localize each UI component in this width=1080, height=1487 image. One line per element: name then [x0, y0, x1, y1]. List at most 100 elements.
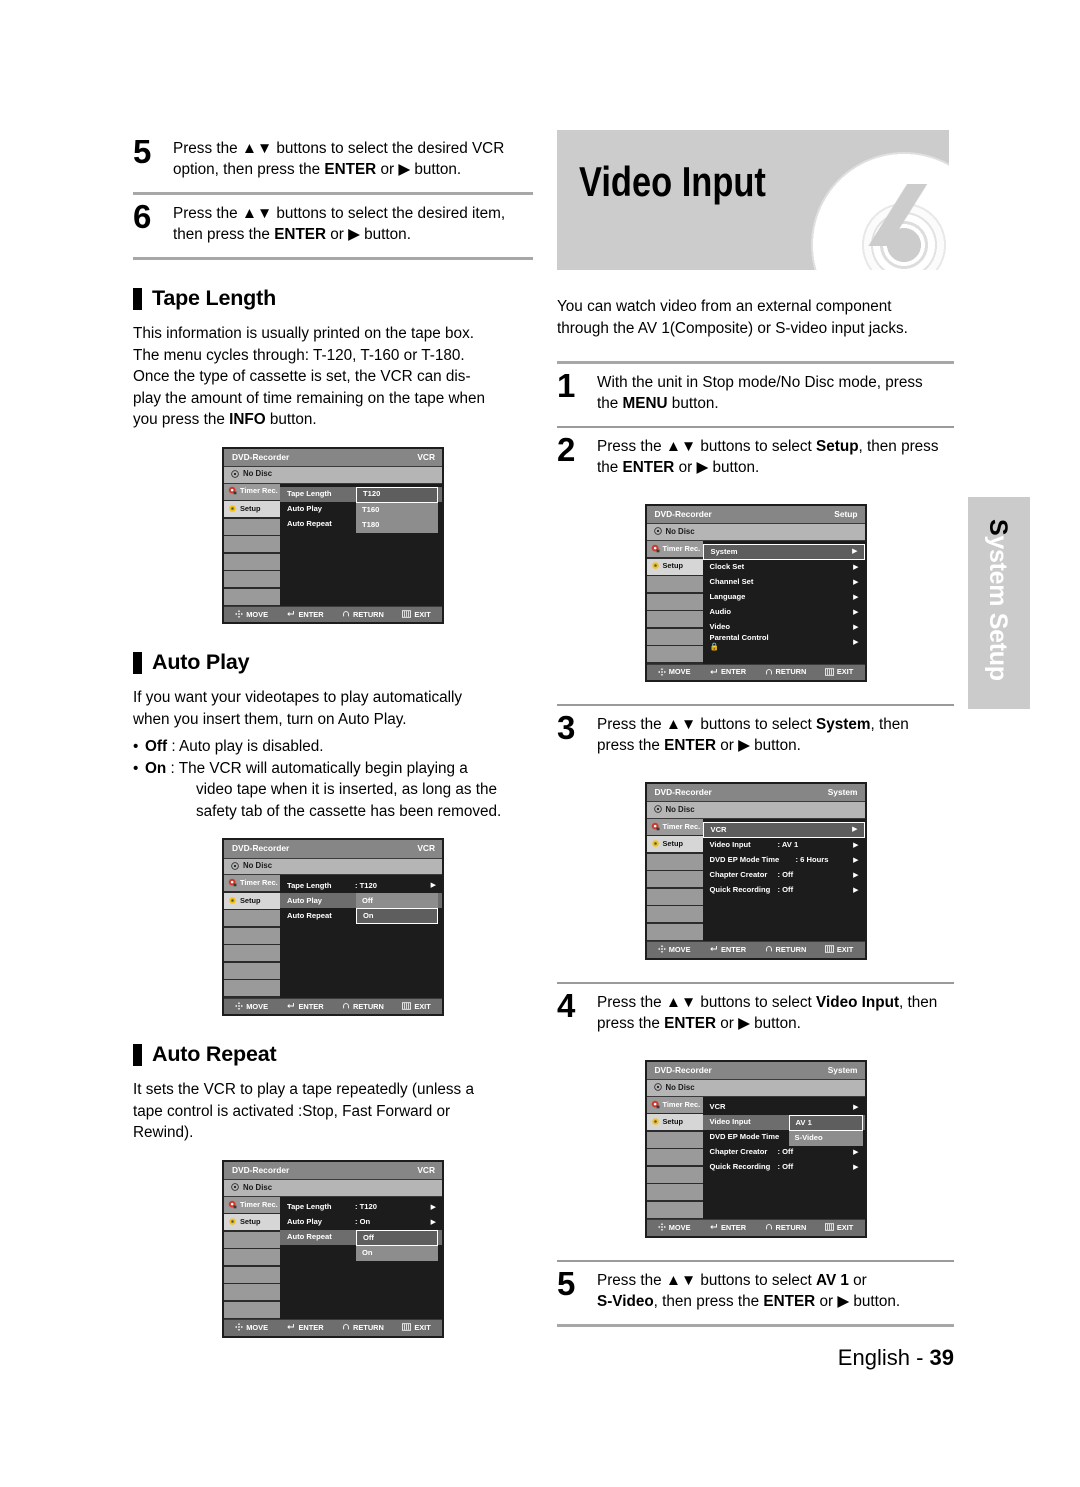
osd-footer-move[interactable]: MOVE	[657, 1223, 691, 1232]
disc-icon	[653, 1083, 662, 1093]
osd-footer-exit[interactable]: EXIT	[824, 668, 853, 677]
menu-row-label: Auto Repeat	[287, 518, 332, 528]
osd-footer-return[interactable]: RETURN	[342, 1323, 384, 1332]
option-text-cont: safety tab of the cassette has been remo…	[196, 802, 502, 820]
record-timer-icon	[651, 1100, 660, 1110]
section-auto-play-heading: Auto Play	[133, 650, 533, 675]
osd-footer-label: RETURN	[353, 1001, 384, 1011]
sidebar-item-setup[interactable]: Setup	[224, 892, 280, 909]
sidebar-item-timer-rec[interactable]: Timer Rec.	[224, 483, 280, 500]
menu-row[interactable]: Channel Set ▶	[703, 575, 865, 590]
menu-row[interactable]: Clock Set ▶	[703, 560, 865, 575]
menu-row[interactable]: VCR ▶	[703, 1100, 865, 1115]
osd-footer-exit[interactable]: EXIT	[824, 945, 853, 954]
popup-option[interactable]: On	[356, 908, 438, 925]
menu-row[interactable]: Tape Length: T120 ▶	[280, 878, 442, 893]
chevron-right-icon: ▶	[852, 826, 858, 834]
osd-footer-enter[interactable]: ENTER	[286, 610, 324, 619]
option-text: : Auto play is disabled.	[167, 738, 324, 756]
osd-footer-bar: MOVE ENTER RETURN EXIT	[646, 941, 865, 958]
sidebar-item-setup[interactable]: Setup	[224, 501, 280, 518]
sidebar-item-timer-rec[interactable]: Timer Rec.	[224, 1196, 280, 1213]
body-line: through the AV 1(Composite) or S-video i…	[557, 319, 908, 337]
osd-footer-enter[interactable]: ENTER	[709, 1223, 746, 1232]
menu-row[interactable]: Audio ▶	[703, 605, 865, 620]
menu-row-label: DVD EP Mode Time	[709, 1132, 780, 1142]
return-icon	[342, 610, 350, 619]
popup-option[interactable]: AV 1	[788, 1114, 863, 1131]
osd-footer-return[interactable]: RETURN	[765, 945, 806, 954]
sidebar-item-timer-rec[interactable]: Timer Rec.	[646, 541, 703, 558]
popup-option[interactable]: T120	[356, 486, 438, 503]
osd-footer-move[interactable]: MOVE	[235, 1002, 268, 1011]
popup-option[interactable]: On	[356, 1245, 438, 1261]
popup-option[interactable]: Off	[356, 893, 438, 909]
menu-row[interactable]: Auto Play: On ▶	[280, 1215, 442, 1230]
sidebar-item-timer-rec[interactable]: Timer Rec.	[646, 1096, 703, 1113]
step-3-select-system: 3 Press the ▲▼ buttons to select System,…	[557, 706, 954, 768]
menu-row[interactable]: Quick Recording: Off ▶	[703, 883, 865, 898]
osd-footer-return[interactable]: RETURN	[342, 1002, 384, 1011]
popup-option[interactable]: S-Video	[788, 1130, 863, 1146]
menu-row[interactable]: Tape Length: T120 ▶	[280, 1200, 442, 1215]
sidebar-item-setup[interactable]: Setup	[646, 1114, 703, 1131]
osd-footer-move[interactable]: MOVE	[657, 945, 691, 954]
dpad-icon	[235, 1323, 244, 1332]
sidebar-item-timer-rec[interactable]: Timer Rec.	[646, 818, 703, 835]
osd-footer-return[interactable]: RETURN	[765, 1223, 806, 1232]
menu-row[interactable]: DVD EP Mode Time: 6 Hours ▶	[703, 853, 865, 868]
sidebar-item-setup[interactable]: Setup	[646, 836, 703, 853]
osd-footer-return[interactable]: RETURN	[342, 610, 384, 619]
osd-footer-exit[interactable]: EXIT	[402, 610, 431, 619]
menu-row[interactable]: Video Input: AV 1 ▶	[703, 838, 865, 853]
enter-key-label: ENTER	[664, 736, 717, 754]
menu-row-label: Parental Control 🔒	[709, 633, 769, 651]
menu-row[interactable]: Chapter Creator: Off ▶	[703, 868, 865, 883]
menu-row[interactable]: VCR ▶	[702, 821, 865, 838]
sidebar-item-setup[interactable]: Setup	[646, 558, 703, 575]
enter-icon	[286, 1323, 295, 1332]
osd-footer-enter[interactable]: ENTER	[286, 1002, 324, 1011]
menu-row-value: : Off	[777, 870, 794, 880]
osd-footer-label: ENTER	[720, 1223, 747, 1233]
osd-footer-exit[interactable]: EXIT	[402, 1002, 431, 1011]
step-line-1-pre: Press the ▲▼ buttons to select	[597, 438, 817, 455]
osd-footer-exit[interactable]: EXIT	[402, 1323, 431, 1332]
osd-footer-enter[interactable]: ENTER	[709, 668, 746, 677]
osd-footer-return[interactable]: RETURN	[765, 668, 806, 677]
menu-row[interactable]: Parental Control 🔒 ▶	[703, 633, 865, 651]
menu-row[interactable]: Quick Recording: Off ▶	[703, 1160, 865, 1175]
menu-row-label: Auto Play	[287, 895, 323, 905]
menu-row[interactable]: System ▶	[702, 544, 865, 561]
gear-icon	[651, 561, 660, 571]
sidebar-empty-slot	[646, 923, 703, 940]
return-icon	[342, 1002, 350, 1011]
popup-option[interactable]: T180	[356, 517, 438, 533]
step-line-1-post: or	[848, 1271, 867, 1289]
osd-footer-exit[interactable]: EXIT	[824, 1223, 853, 1232]
step-4-select-video-input: 4 Press the ▲▼ buttons to select Video I…	[557, 984, 954, 1046]
chevron-right-icon: ▶	[853, 1148, 859, 1156]
popup-option[interactable]: T160	[356, 502, 438, 518]
step-line-1-pre: Press the ▲▼ buttons to select	[597, 993, 817, 1011]
osd-mode-label: Setup	[834, 509, 858, 519]
sidebar-empty-slot	[224, 553, 280, 570]
osd-footer-move[interactable]: MOVE	[657, 668, 691, 677]
menu-row[interactable]: Language ▶	[703, 590, 865, 605]
menu-row-label: Language	[709, 592, 746, 602]
manual-page: 5 Press the ▲▼ buttons to select the des…	[0, 0, 1080, 1487]
menu-row[interactable]: Chapter Creator: Off ▶	[703, 1145, 865, 1160]
body-line: The menu cycles through: T-120, T-160 or…	[133, 346, 465, 364]
sidebar-item-timer-rec[interactable]: Timer Rec.	[224, 875, 280, 892]
sidebar-item-setup[interactable]: Setup	[224, 1214, 280, 1231]
osd-footer-enter[interactable]: ENTER	[286, 1323, 324, 1332]
enter-icon	[709, 1223, 718, 1232]
osd-footer-move[interactable]: MOVE	[235, 1323, 268, 1332]
osd-mode-label: VCR	[417, 1164, 435, 1175]
osd-footer-move[interactable]: MOVE	[235, 610, 268, 619]
osd-footer-enter[interactable]: ENTER	[709, 945, 746, 954]
osd-disc-status: No Disc	[646, 524, 865, 542]
popup-option[interactable]: Off	[356, 1229, 438, 1246]
menu-row-label: Auto Play	[287, 503, 323, 513]
step-text: Press the ▲▼ buttons to select Video Inp…	[597, 990, 937, 1034]
